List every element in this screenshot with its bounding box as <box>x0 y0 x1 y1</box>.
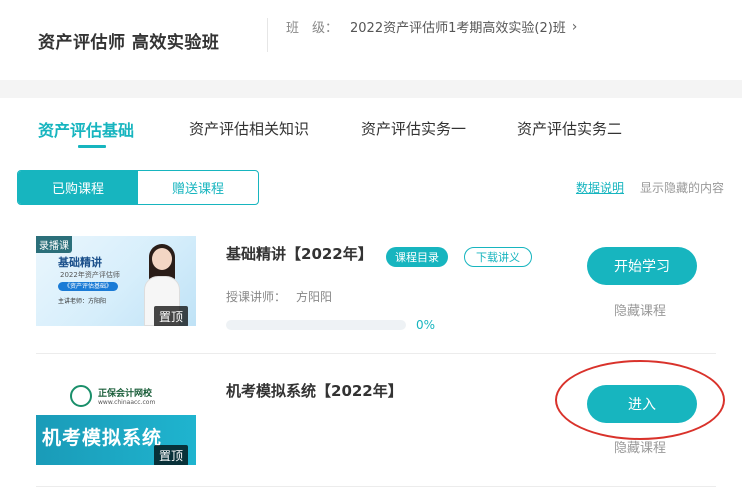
section-divider <box>0 80 742 98</box>
tab-practice-two[interactable]: 资产评估实务二 <box>517 118 622 139</box>
tab-asset-assessment-basics[interactable]: 资产评估基础 <box>38 117 134 141</box>
subject-tabs: 资产评估基础 资产评估相关知识 资产评估实务一 资产评估实务二 <box>0 98 742 150</box>
gifted-courses-button[interactable]: 赠送课程 <box>138 171 258 204</box>
course-thumbnail[interactable]: 录播课 基础精讲 2022年资产评估师 《资产评估基础》 主讲老师：方阳阳 置顶 <box>36 236 196 326</box>
teacher-label: 授课讲师： <box>226 290 287 304</box>
thumbnail-subject-pill: 《资产评估基础》 <box>58 282 118 291</box>
course-card: 录播课 基础精讲 2022年资产评估师 《资产评估基础》 主讲老师：方阳阳 置顶… <box>36 236 716 354</box>
class-label: 班 级： <box>286 21 339 36</box>
thumbnail-subtitle: 2022年资产评估师 <box>60 271 120 279</box>
pin-to-top-label[interactable]: 置顶 <box>153 445 188 465</box>
page-header: 资产评估师 高效实验班 班 级： 2022资产评估师1考期高效实验(2)班 › <box>0 0 742 80</box>
class-value: 2022资产评估师1考期高效实验(2)班 <box>350 21 566 36</box>
course-catalog-button[interactable]: 课程目录 <box>386 247 448 267</box>
thumbnail-logo-area: 正保会计网校 www.chinaacc.com <box>36 375 196 415</box>
course-card: 正保会计网校 www.chinaacc.com 机考模拟系统 置顶 机考模拟系统… <box>36 375 716 487</box>
thumbnail-title: 基础精讲 <box>58 256 102 269</box>
start-learning-button[interactable]: 开始学习 <box>587 247 697 285</box>
class-selector[interactable]: 班 级： 2022资产评估师1考期高效实验(2)班 › <box>286 17 578 37</box>
purchased-courses-button[interactable]: 已购课程 <box>18 171 138 204</box>
active-tab-indicator <box>78 145 106 148</box>
course-name: 资产评估师 高效实验班 <box>38 33 220 53</box>
header-divider <box>267 18 268 52</box>
tab-related-knowledge[interactable]: 资产评估相关知识 <box>189 118 309 139</box>
recorded-badge: 录播课 <box>36 236 72 253</box>
course-thumbnail[interactable]: 正保会计网校 www.chinaacc.com 机考模拟系统 置顶 <box>36 375 196 465</box>
teacher-info: 授课讲师： 方阳阳 <box>226 288 332 305</box>
hide-course-link[interactable]: 隐藏课程 <box>614 300 666 319</box>
school-name: 正保会计网校 <box>98 389 153 399</box>
progress-bar <box>226 320 406 330</box>
school-url: www.chinaacc.com <box>98 399 156 406</box>
data-explanation-link[interactable]: 数据说明 <box>576 179 624 196</box>
thumbnail-teacher: 主讲老师：方阳阳 <box>58 298 107 305</box>
show-hidden-content-link[interactable]: 显示隐藏的内容 <box>640 179 724 196</box>
course-title[interactable]: 基础精讲【2022年】 <box>226 243 373 264</box>
pin-to-top-label[interactable]: 置顶 <box>153 306 188 326</box>
teacher-name: 方阳阳 <box>296 290 333 304</box>
school-logo-icon <box>70 385 92 407</box>
course-title[interactable]: 机考模拟系统【2022年】 <box>226 380 403 401</box>
chevron-right-icon: › <box>571 18 578 35</box>
enter-button[interactable]: 进入 <box>587 385 697 423</box>
progress-percent: 0% <box>416 318 436 332</box>
hide-course-link[interactable]: 隐藏课程 <box>614 437 666 456</box>
course-type-toggle: 已购课程 赠送课程 <box>17 170 259 205</box>
tab-practice-one[interactable]: 资产评估实务一 <box>361 118 466 139</box>
thumbnail-banner-text: 机考模拟系统 <box>42 427 163 449</box>
download-handout-button[interactable]: 下载讲义 <box>464 247 532 267</box>
